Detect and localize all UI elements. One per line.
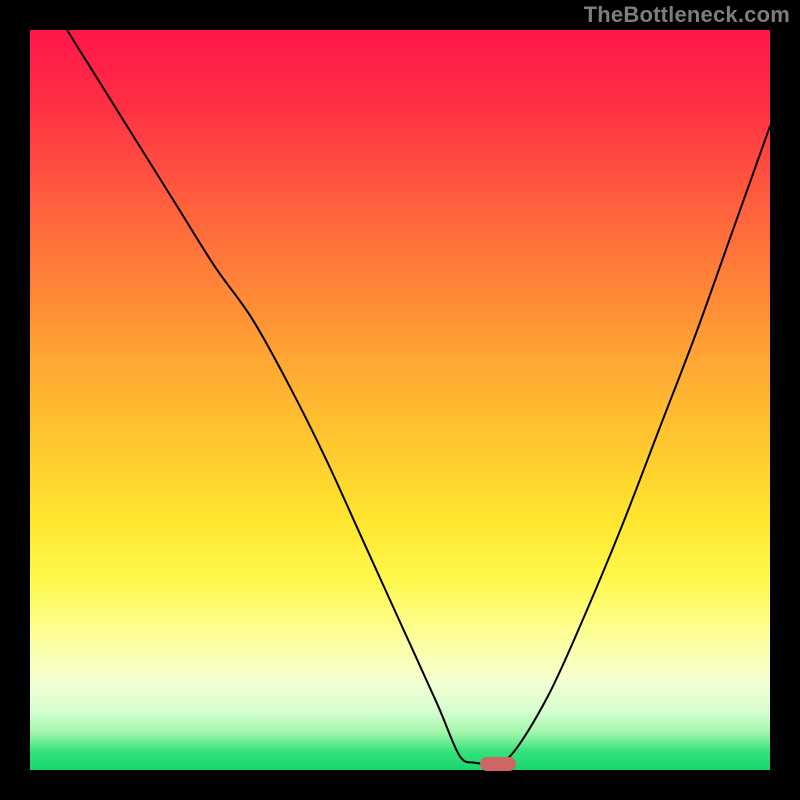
plot-area — [30, 30, 770, 770]
bottleneck-curve — [30, 30, 770, 770]
chart-frame: TheBottleneck.com — [0, 0, 800, 800]
optimum-marker — [480, 757, 516, 771]
watermark-text: TheBottleneck.com — [584, 2, 790, 28]
curve-path — [67, 30, 770, 764]
